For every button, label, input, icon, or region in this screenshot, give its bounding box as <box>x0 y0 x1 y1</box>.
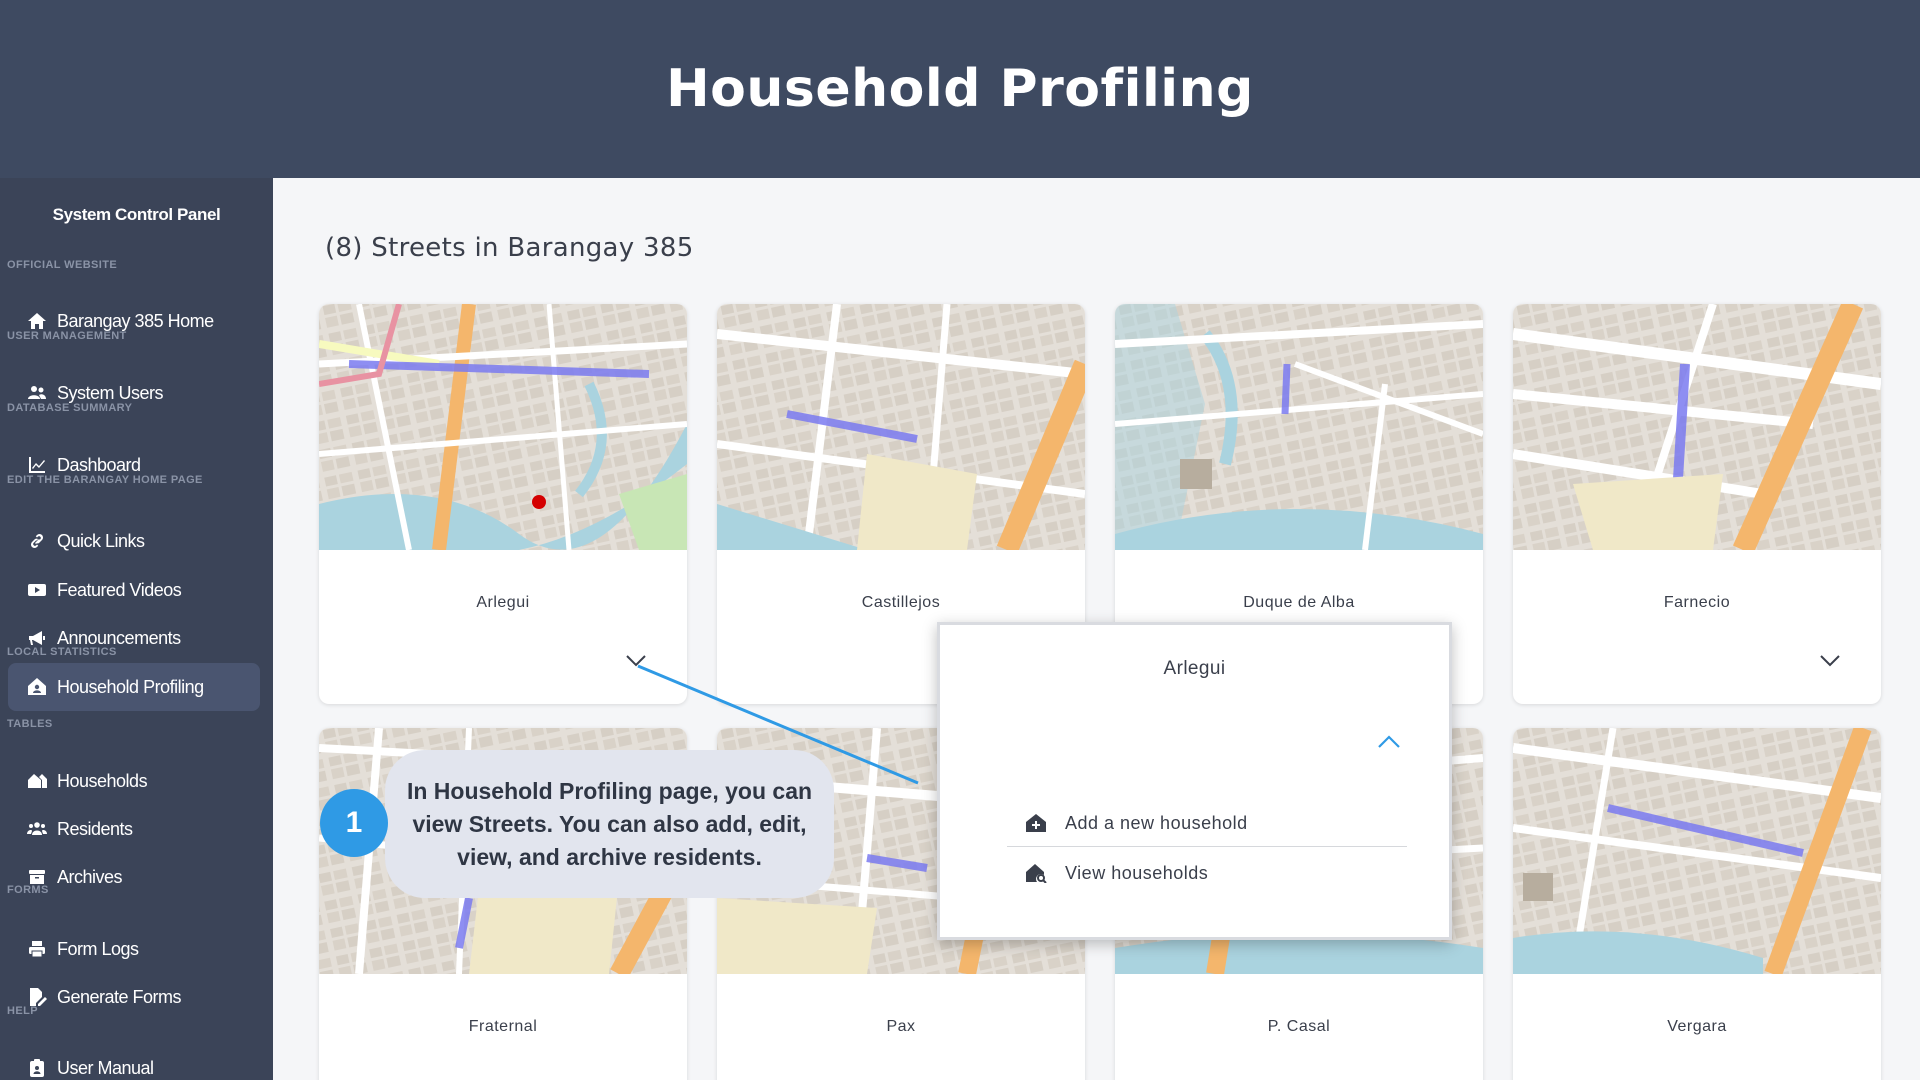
menu-item-label: Add a new household <box>1065 812 1248 833</box>
street-map-image <box>717 304 1085 550</box>
street-map-image <box>1513 728 1881 974</box>
street-name: P. Casal <box>1267 1018 1331 1035</box>
page-banner: Household Profiling <box>0 0 1920 178</box>
section-help: HELP <box>7 1005 38 1017</box>
section-forms: FORMS <box>7 884 49 896</box>
section-tables: TABLES <box>7 718 53 730</box>
street-name: Duque de Alba <box>1243 594 1355 611</box>
street-card-vergara[interactable]: Vergara <box>1513 728 1881 1080</box>
street-map-image <box>1115 304 1483 550</box>
sidebar-item-user-manual[interactable]: User Manual <box>8 1044 260 1080</box>
sidebar-item-household-profiling[interactable]: Household Profiling <box>8 663 260 711</box>
tutorial-callout: In Household Profiling page, you can vie… <box>385 750 834 898</box>
view-households-menu-item[interactable]: View households <box>1007 851 1407 895</box>
sidebar-item-label: Residents <box>57 818 133 839</box>
sidebar-item-label: Quick Links <box>57 530 145 551</box>
sidebar-item-generate-forms[interactable]: Generate Forms <box>8 973 260 1021</box>
sidebar-item-label: Form Logs <box>57 938 139 959</box>
sidebar-item-label: Generate Forms <box>57 986 182 1007</box>
sidebar-item-label: Featured Videos <box>57 579 182 600</box>
home-icon <box>26 311 48 331</box>
street-actions-dropdown: Arlegui Add a new household View househo… <box>937 622 1452 940</box>
section-edit-home: EDIT THE BARANGAY HOME PAGE <box>7 474 203 486</box>
sidebar-item-form-logs[interactable]: Form Logs <box>8 925 260 973</box>
chevron-up-icon[interactable] <box>1377 735 1401 749</box>
sidebar-title: System Control Panel <box>52 205 221 224</box>
sidebar-item-label: Archives <box>57 866 123 887</box>
sidebar-item-label: User Manual <box>57 1057 154 1078</box>
sidebar-item-residents[interactable]: Residents <box>8 805 260 853</box>
street-map-image <box>1513 304 1881 550</box>
video-icon <box>26 580 48 600</box>
houses-icon <box>26 771 48 791</box>
street-name: Pax <box>886 1018 916 1035</box>
street-card-farnecio[interactable]: Farnecio <box>1513 304 1881 704</box>
section-database-summary: DATABASE SUMMARY <box>7 402 133 414</box>
people-group-icon <box>26 819 48 839</box>
dropdown-title: Arlegui <box>1163 658 1226 679</box>
street-name: Castillejos <box>861 594 941 611</box>
chevron-down-icon[interactable] <box>625 654 647 668</box>
chevron-down-icon[interactable] <box>1819 654 1841 668</box>
street-name: Vergara <box>1667 1018 1727 1035</box>
street-map-image <box>319 304 687 550</box>
megaphone-icon <box>26 628 48 648</box>
users-icon <box>26 383 48 403</box>
section-official-website: OFFICIAL WEBSITE <box>7 259 118 271</box>
sidebar: System Control Panel OFFICIAL WEBSITE Ba… <box>0 178 273 1080</box>
streets-heading: (8) Streets in Barangay 385 <box>325 233 694 263</box>
page-title: Household Profiling <box>666 59 1254 119</box>
house-search-icon <box>1025 863 1047 884</box>
sidebar-item-label: System Users <box>57 382 164 403</box>
clipboard-icon <box>26 1058 48 1078</box>
sidebar-item-households[interactable]: Households <box>8 757 260 805</box>
sidebar-item-featured-videos[interactable]: Featured Videos <box>8 566 260 614</box>
street-name: Fraternal <box>468 1018 538 1035</box>
house-user-icon <box>26 677 48 697</box>
section-local-statistics: LOCAL STATISTICS <box>7 646 117 658</box>
step-number-badge: 1 <box>320 789 388 857</box>
menu-item-label: View households <box>1065 862 1209 883</box>
street-card-arlegui[interactable]: Arlegui <box>319 304 687 704</box>
chart-line-icon <box>26 455 48 475</box>
section-user-management: USER MANAGEMENT <box>7 330 127 342</box>
add-household-menu-item[interactable]: Add a new household <box>1007 801 1407 845</box>
street-name: Arlegui <box>476 594 530 611</box>
sidebar-item-label: Households <box>57 770 148 791</box>
house-add-icon <box>1025 813 1047 833</box>
printer-icon <box>26 939 48 959</box>
sidebar-item-label: Household Profiling <box>57 676 204 697</box>
sidebar-item-quick-links[interactable]: Quick Links <box>8 517 260 565</box>
menu-divider <box>1007 846 1407 847</box>
sidebar-item-label: Dashboard <box>57 454 141 475</box>
street-name: Farnecio <box>1663 594 1731 611</box>
link-icon <box>26 531 48 551</box>
tutorial-text: In Household Profiling page, you can vie… <box>406 777 813 870</box>
file-pen-icon <box>26 987 48 1007</box>
sidebar-item-label: Barangay 385 Home <box>57 310 214 331</box>
